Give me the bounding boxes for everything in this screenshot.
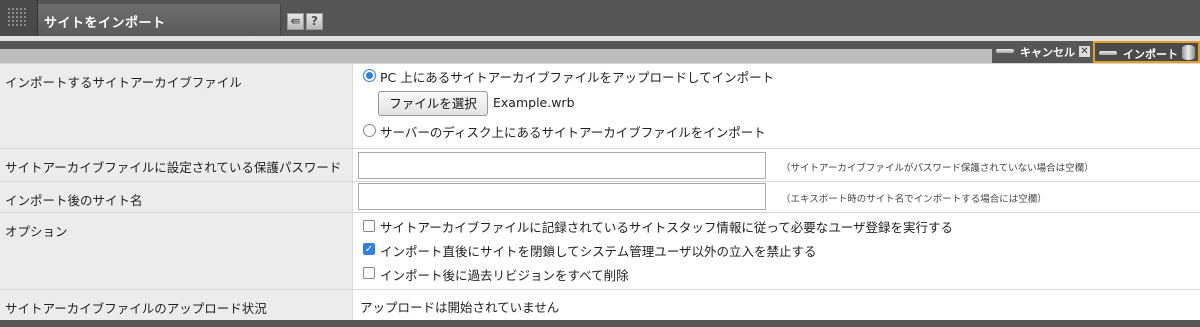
password-row: サイトアーカイブファイルに設定されている保護パスワード （サイトアーカイブファイ… (0, 148, 1200, 181)
action-bar: キャンセル ✕ インポート (0, 41, 1200, 63)
footer-bar (0, 320, 1200, 327)
password-input[interactable] (358, 152, 766, 179)
archive-row: インポートするサイトアーカイブファイル PC 上にあるサイトアーカイブファイルを… (0, 63, 1200, 148)
cancel-button-label: キャンセル (1020, 46, 1075, 59)
option-close-site-checkbox[interactable]: ✓ (363, 243, 375, 255)
upload-status-row: サイトアーカイブファイルのアップロード状況 アップロードは開始されていません (0, 289, 1200, 320)
file-name: Example.wrb (493, 95, 575, 110)
app-logo-icon (0, 0, 38, 36)
window-title-tab: サイトをインポート (38, 4, 281, 40)
window-title: サイトをインポート (44, 16, 166, 31)
server-option-label[interactable]: サーバーのディスク上にあるサイトアーカイブファイルをインポート (380, 122, 766, 141)
option-staff-registration-checkbox[interactable] (363, 220, 375, 232)
archive-label: インポートするサイトアーカイブファイル (0, 64, 353, 148)
back-arrow-icon[interactable]: ⇚ (287, 13, 304, 30)
option-delete-revisions-checkbox[interactable] (363, 267, 375, 279)
options-label: オプション (0, 213, 353, 289)
password-note: （サイトアーカイブファイルがパスワード保護されていない場合は空欄） (781, 163, 1094, 174)
upload-radio[interactable] (363, 69, 376, 82)
upload-status-value: アップロードは開始されていません (360, 300, 560, 315)
database-icon (1182, 45, 1195, 60)
site-name-note: （エキスポート時のサイト名でインポートする場合には空欄） (781, 194, 1047, 205)
import-button-label: インポート (1123, 48, 1178, 61)
title-bar: サイトをインポート ⇚ ? (0, 0, 1200, 40)
options-row: オプション サイトアーカイブファイルに記録されているサイトスタッフ情報に従って必… (0, 212, 1200, 289)
import-button[interactable]: インポート (1093, 41, 1200, 63)
upload-option-label[interactable]: PC 上にあるサイトアーカイブファイルをアップロードしてインポート (380, 67, 774, 86)
option-staff-registration-label[interactable]: サイトアーカイブファイルに記録されているサイトスタッフ情報に従って必要なユーザ登… (380, 217, 953, 236)
password-label: サイトアーカイブファイルに設定されている保護パスワード (0, 149, 353, 181)
close-icon: ✕ (1079, 46, 1090, 57)
option-delete-revisions-label[interactable]: インポート後に過去リビジョンをすべて削除 (380, 265, 629, 284)
option-close-site-label[interactable]: インポート直後にサイトを閉鎖してシステム管理ユーザ以外の立入を禁止する (380, 241, 817, 260)
choose-file-button[interactable]: ファイルを選択 (378, 91, 488, 116)
upload-status-label: サイトアーカイブファイルのアップロード状況 (0, 290, 353, 320)
site-name-row: インポート後のサイト名 （エキスポート時のサイト名でインポートする場合には空欄） (0, 181, 1200, 212)
cancel-button[interactable]: キャンセル ✕ (992, 41, 1093, 63)
help-button[interactable]: ? (306, 13, 323, 30)
site-name-label: インポート後のサイト名 (0, 182, 353, 212)
server-radio[interactable] (363, 124, 376, 137)
site-name-input[interactable] (358, 183, 766, 210)
